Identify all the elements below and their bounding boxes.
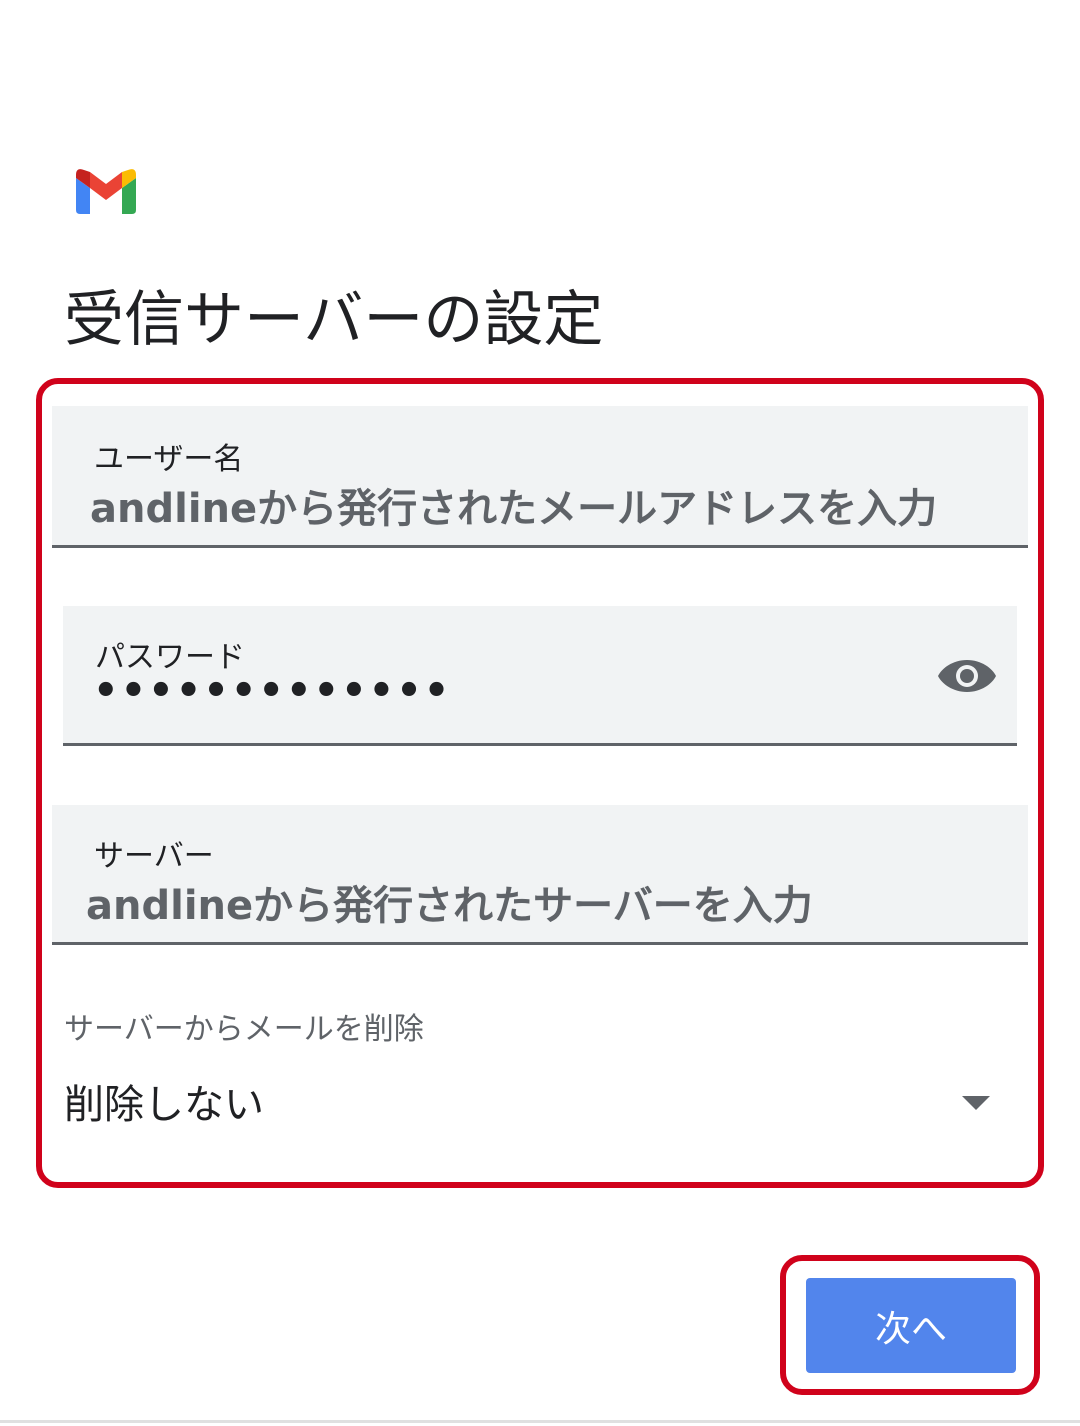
dropdown-arrow-icon [962,1096,990,1110]
eye-icon[interactable] [937,654,997,698]
server-input[interactable]: andlineから発行されたサーバーを入力 [86,873,813,931]
username-label: ユーザー名 [94,442,244,477]
delete-from-server-select[interactable]: 削除しない [52,1066,1012,1146]
password-field[interactable]: パスワード ••••••••••••• [63,606,1017,746]
gmail-logo-icon [76,169,136,214]
server-field[interactable]: サーバー andlineから発行されたサーバーを入力 [52,805,1028,945]
password-input[interactable]: ••••••••••••• [93,668,451,714]
server-label: サーバー [94,839,214,874]
page-title: 受信サーバーの設定 [64,285,604,355]
delete-from-server-label: サーバーからメールを削除 [64,1012,424,1047]
next-button[interactable]: 次へ [806,1278,1016,1373]
username-field[interactable]: ユーザー名 andlineから発行されたメールアドレスを入力 [52,406,1028,548]
delete-select-value: 削除しない [64,1082,264,1128]
bottom-divider [0,1420,1080,1423]
username-input[interactable]: andlineから発行されたメールアドレスを入力 [90,476,937,534]
